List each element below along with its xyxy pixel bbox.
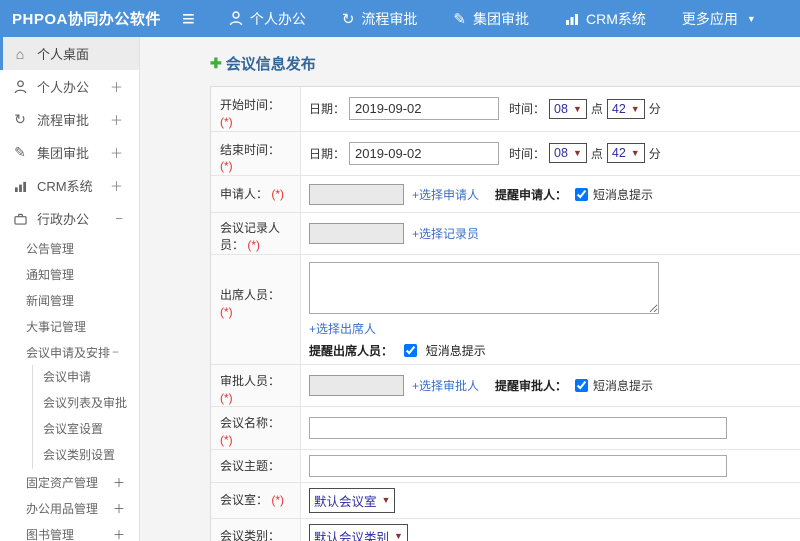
row-approver: 审批人员： (*) +选择审批人 提醒审批人： 短消息提示 bbox=[211, 364, 800, 408]
select-caret-icon: ▼ bbox=[381, 495, 391, 506]
sidebar-item-meeting-apply[interactable]: 会议申请 bbox=[33, 365, 139, 391]
expand-icon: ＋ bbox=[112, 475, 125, 490]
choose-attendees-link[interactable]: +选择出席人 bbox=[309, 322, 376, 336]
select-caret-icon: ▼ bbox=[394, 531, 403, 541]
row-start-time: 开始时间： (*) 日期： 时间： 08▼ 点 42▼ 分 bbox=[211, 87, 800, 132]
required-mark: (*) bbox=[271, 492, 285, 507]
expand-icon[interactable]: ＋ bbox=[110, 110, 123, 129]
expand-icon: ＋ bbox=[112, 527, 125, 541]
chart-icon bbox=[12, 180, 28, 192]
process-icon: ↻ bbox=[14, 111, 26, 127]
row-end-time: 结束时间： (*) 日期： 时间： 08▼ 点 42▼ 分 bbox=[211, 131, 800, 177]
recorder-input[interactable] bbox=[309, 222, 404, 244]
expand-icon[interactable]: ＋ bbox=[110, 176, 123, 195]
row-recorder: 会议记录人员： (*) +选择记录员 bbox=[211, 213, 800, 255]
row-meeting-room: 会议室： (*) 默认会议室 ▼ bbox=[211, 482, 800, 519]
start-hour-select[interactable]: 08 ▼ bbox=[549, 98, 587, 119]
required-mark: (*) bbox=[271, 187, 285, 202]
row-meeting-topic: 会议主题： bbox=[211, 449, 800, 483]
required-mark: (*) bbox=[220, 390, 233, 405]
sidebar-item-meeting-type-settings[interactable]: 会议类别设置 bbox=[33, 443, 139, 469]
sidebar-item-library[interactable]: 图书管理 ＋ bbox=[0, 521, 139, 541]
nav-personal-office[interactable]: 个人办公 bbox=[229, 9, 306, 29]
select-caret-icon: ▼ bbox=[630, 103, 640, 114]
hamburger-icon[interactable]: ≡ bbox=[182, 7, 195, 30]
row-attendees: 出席人员： (*) +选择出席人 提醒出席人员： 短消息提示 bbox=[211, 254, 800, 365]
sidebar-item-office-supplies[interactable]: 办公用品管理 ＋ bbox=[0, 495, 139, 521]
app-logo: PHPOA协同办公软件 bbox=[12, 11, 161, 28]
sidebar-item-crm[interactable]: CRM系统 ＋ bbox=[0, 169, 139, 202]
user-icon bbox=[12, 79, 28, 94]
briefcase-icon bbox=[12, 213, 28, 225]
meeting-topic-input[interactable] bbox=[309, 454, 727, 477]
sidebar-item-meeting-group[interactable]: 会议申请及安排 − bbox=[0, 339, 139, 365]
row-applicant: 申请人： (*) +选择申请人 提醒申请人： 短消息提示 bbox=[211, 176, 800, 214]
process-icon: ↻ bbox=[341, 10, 355, 28]
sidebar-item-admin-office[interactable]: 行政办公 − bbox=[0, 202, 139, 235]
edit-icon: ✎ bbox=[453, 10, 466, 28]
plus-icon: ✚ bbox=[210, 55, 222, 71]
sidebar-item-news[interactable]: 新闻管理 bbox=[0, 287, 139, 313]
sidebar-item-meeting-list-approval[interactable]: 会议列表及审批 bbox=[33, 391, 139, 417]
start-minute-select[interactable]: 42 ▼ bbox=[606, 98, 645, 119]
meeting-name-input[interactable] bbox=[309, 417, 727, 440]
chart-icon bbox=[565, 12, 579, 25]
meeting-submenu: 会议申请 会议列表及审批 会议室设置 会议类别设置 bbox=[32, 365, 139, 469]
edit-icon: ✎ bbox=[14, 144, 26, 160]
page-title: ✚ 会议信息发布 bbox=[210, 55, 316, 73]
sidebar-item-process-approval[interactable]: ↻ 流程审批 ＋ bbox=[0, 103, 139, 136]
choose-approver-link[interactable]: +选择审批人 bbox=[412, 377, 479, 394]
expand-icon[interactable]: ＋ bbox=[110, 143, 123, 162]
select-caret-icon: ▼ bbox=[572, 148, 582, 159]
meeting-type-select[interactable]: 默认会议类别 ▼ bbox=[309, 523, 408, 541]
expand-icon[interactable]: ＋ bbox=[110, 77, 123, 96]
choose-recorder-link[interactable]: +选择记录员 bbox=[412, 225, 479, 242]
required-mark: (*) bbox=[220, 114, 233, 129]
sidebar-item-desktop[interactable]: ⌂ 个人桌面 bbox=[0, 37, 139, 70]
collapse-icon[interactable]: − bbox=[115, 211, 123, 226]
required-mark: (*) bbox=[220, 433, 233, 448]
attendees-sms-checkbox[interactable] bbox=[404, 343, 418, 357]
sidebar-item-fixed-assets[interactable]: 固定资产管理 ＋ bbox=[0, 469, 139, 495]
row-meeting-type: 会议类别： 默认会议类别 ▼ bbox=[211, 518, 800, 541]
nav-more-apps[interactable]: 更多应用 ▼ bbox=[682, 9, 756, 29]
main-content: ✚ 会议信息发布 开始时间： (*) 日期： 时间： 08▼ 点 42▼ 分 结… bbox=[140, 37, 800, 541]
caret-down-icon: ▼ bbox=[746, 13, 756, 24]
sidebar-item-milestones[interactable]: 大事记管理 bbox=[0, 313, 139, 339]
sidebar-item-meeting-room-settings[interactable]: 会议室设置 bbox=[33, 417, 139, 443]
select-caret-icon: ▼ bbox=[572, 103, 582, 114]
applicant-sms-checkbox[interactable] bbox=[575, 187, 589, 201]
nav-crm-system[interactable]: CRM系统 bbox=[565, 9, 646, 29]
select-caret-icon: ▼ bbox=[630, 148, 640, 159]
applicant-input[interactable] bbox=[309, 183, 404, 205]
required-mark: (*) bbox=[220, 304, 233, 319]
end-minute-select[interactable]: 42 ▼ bbox=[606, 143, 645, 164]
required-mark: (*) bbox=[220, 159, 233, 174]
sidebar-item-group-approval[interactable]: ✎ 集团审批 ＋ bbox=[0, 136, 139, 169]
sidebar: ⌂ 个人桌面 个人办公 ＋ ↻ 流程审批 ＋ ✎ 集团审批 ＋ CRM系统 ＋ bbox=[0, 37, 140, 541]
meeting-form: 开始时间： (*) 日期： 时间： 08▼ 点 42▼ 分 结束时间： (*) … bbox=[210, 86, 800, 541]
top-navbar: PHPOA协同办公软件 ≡ 个人办公 ↻ 流程审批 ✎ 集团审批 CRM系统 更… bbox=[0, 0, 800, 37]
choose-applicant-link[interactable]: +选择申请人 bbox=[412, 186, 479, 203]
end-hour-select[interactable]: 08 ▼ bbox=[549, 143, 587, 164]
required-mark: (*) bbox=[247, 237, 261, 252]
approver-sms-checkbox[interactable] bbox=[575, 379, 589, 393]
user-icon bbox=[229, 11, 243, 26]
nav-group-approval[interactable]: ✎ 集团审批 bbox=[453, 9, 529, 29]
attendees-textarea[interactable] bbox=[309, 261, 659, 314]
home-icon: ⌂ bbox=[15, 45, 25, 62]
start-date-input[interactable] bbox=[349, 97, 500, 121]
end-date-input[interactable] bbox=[349, 141, 500, 165]
meeting-room-select[interactable]: 默认会议室 ▼ bbox=[309, 487, 396, 513]
sidebar-item-personal-office[interactable]: 个人办公 ＋ bbox=[0, 70, 139, 103]
collapse-icon: − bbox=[112, 345, 120, 359]
row-meeting-name: 会议名称： (*) bbox=[211, 407, 800, 450]
nav-process-approval[interactable]: ↻ 流程审批 bbox=[342, 9, 418, 29]
sidebar-item-announcements[interactable]: 公告管理 bbox=[0, 235, 139, 261]
approver-input[interactable] bbox=[309, 375, 404, 397]
sidebar-item-notices[interactable]: 通知管理 bbox=[0, 261, 139, 287]
expand-icon: ＋ bbox=[112, 501, 125, 516]
